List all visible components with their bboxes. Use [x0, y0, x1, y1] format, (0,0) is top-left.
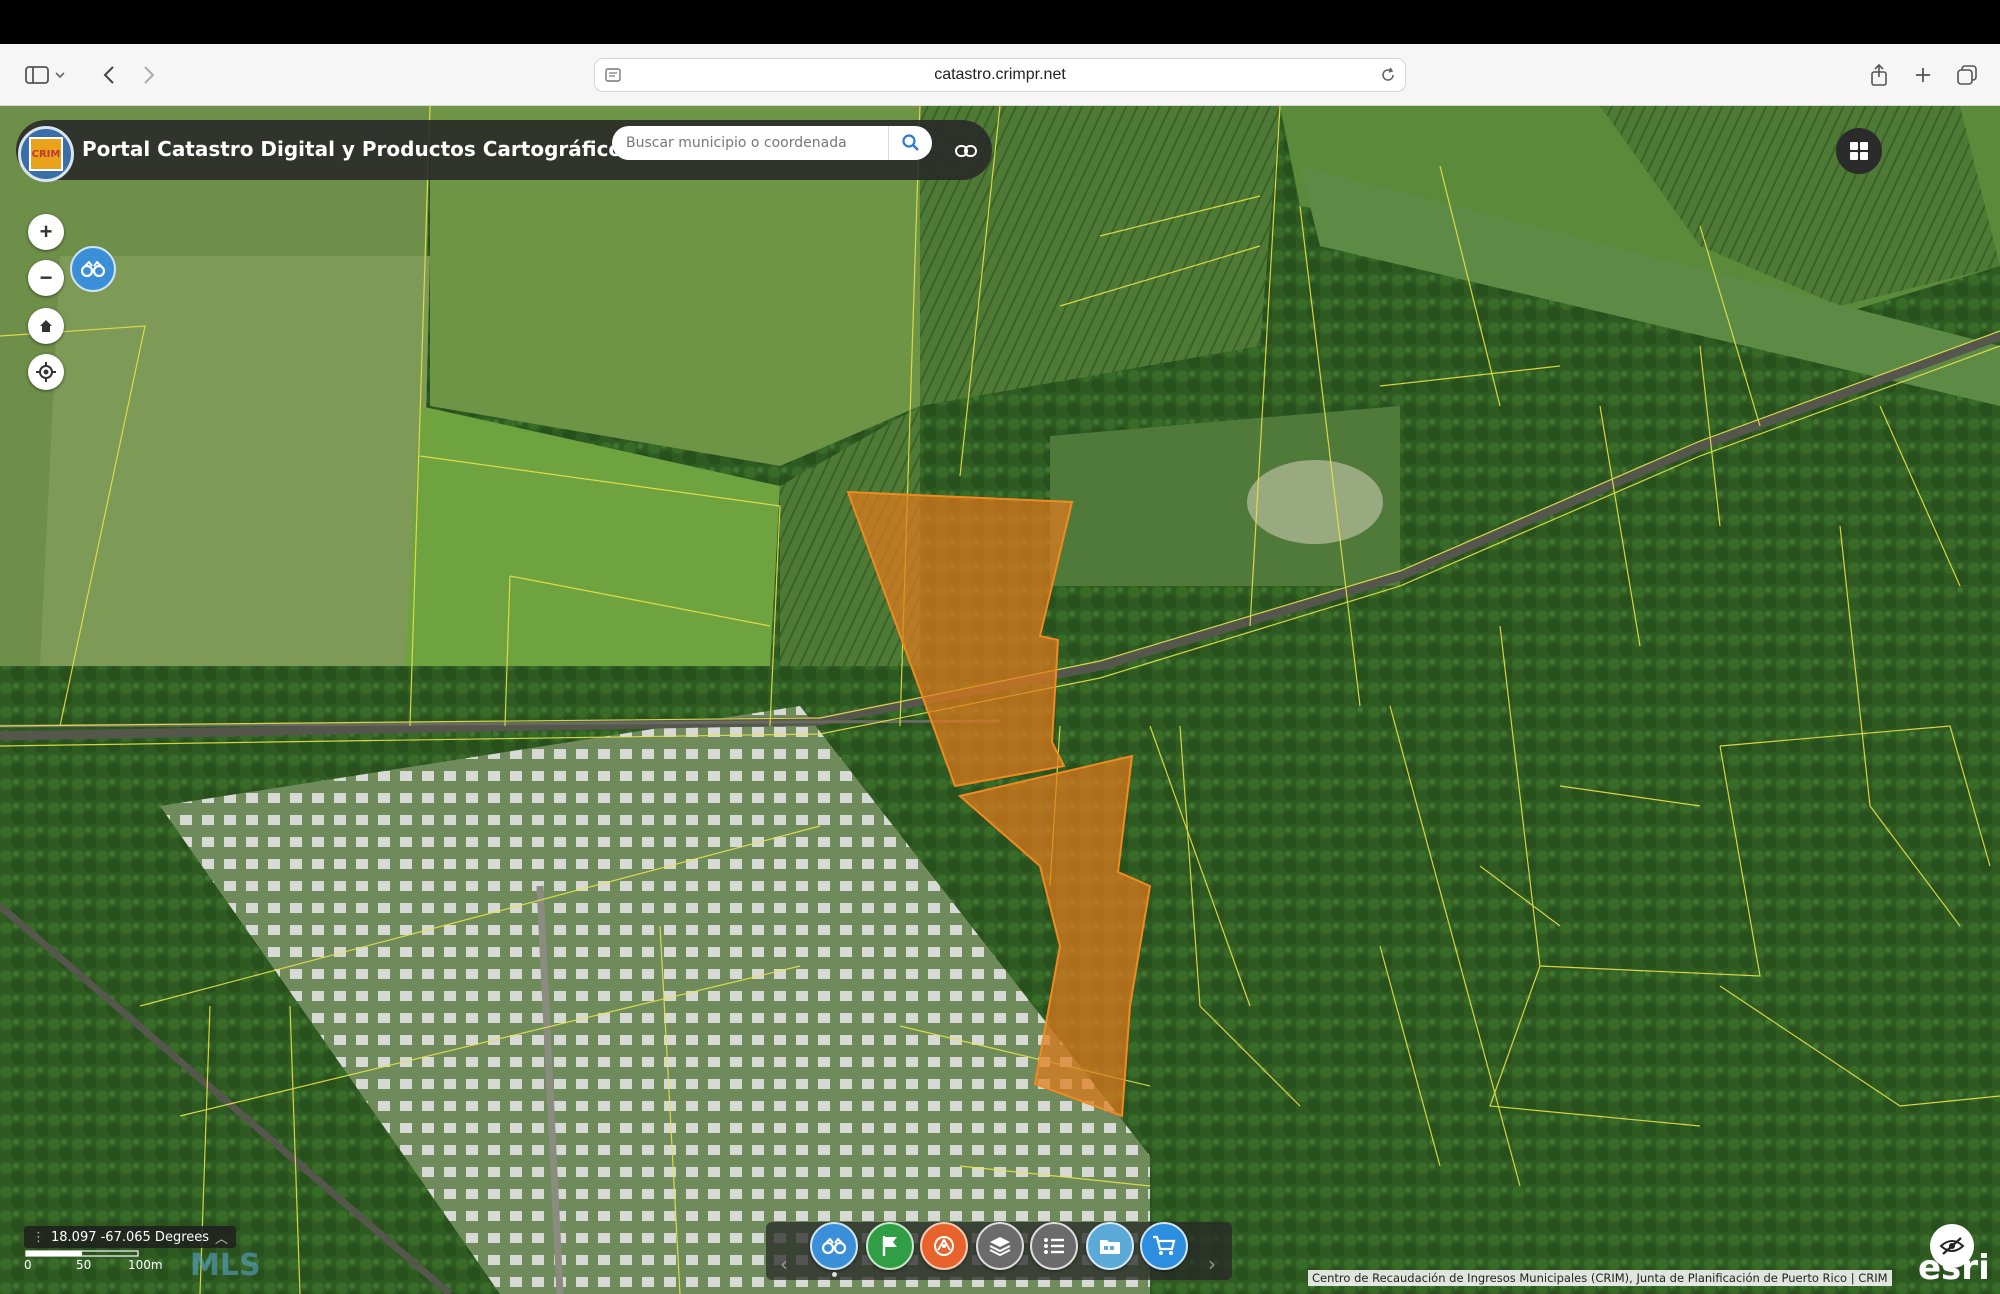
flag-icon	[882, 1236, 897, 1256]
folder-icon	[1100, 1240, 1120, 1254]
reload-icon[interactable]	[1379, 66, 1397, 89]
binoculars-icon	[822, 1238, 846, 1254]
crim-logo: CRIM	[18, 126, 74, 182]
tool-measure[interactable]	[920, 1222, 968, 1270]
sidebar-toggle-icon[interactable]	[20, 58, 54, 92]
search-input[interactable]	[626, 126, 888, 160]
scale-label-0: 0	[24, 1258, 32, 1272]
tool-layers[interactable]	[976, 1222, 1024, 1270]
url-text: catastro.crimpr.net	[934, 66, 1066, 83]
apps-grid-icon[interactable]	[1836, 128, 1882, 174]
watermark: MLS	[190, 1248, 261, 1283]
scale-bar: 0 50 100m	[24, 1248, 174, 1274]
search-icon[interactable]	[888, 126, 932, 160]
measure-icon	[934, 1236, 954, 1256]
list-icon	[1044, 1238, 1064, 1254]
share-icon[interactable]	[1862, 58, 1896, 92]
zoom-in-button[interactable]: +	[28, 214, 64, 250]
tab-overview-icon[interactable]	[1950, 58, 1984, 92]
tool-folder[interactable]	[1086, 1222, 1134, 1270]
map-view[interactable]	[0, 106, 2000, 1294]
attribution-text: Centro de Recaudación de Ingresos Munici…	[1312, 1271, 1888, 1285]
toolbar-prev-button[interactable]: ‹	[780, 1252, 788, 1276]
locate-button[interactable]	[28, 354, 64, 390]
chevron-up-icon[interactable]: ︿	[215, 1228, 228, 1247]
toolbar-page-indicator	[832, 1272, 837, 1277]
scale-label-50: 50	[76, 1258, 92, 1272]
map-attribution: Centro de Recaudación de Ingresos Munici…	[1308, 1270, 1892, 1286]
scale-label-100m: 100m	[128, 1258, 163, 1272]
tool-binoculars[interactable]	[810, 1222, 858, 1270]
tool-list[interactable]	[1030, 1222, 1078, 1270]
link-icon[interactable]	[946, 133, 986, 169]
home-button[interactable]	[28, 308, 64, 344]
address-bar[interactable]: catastro.crimpr.net	[594, 58, 1406, 92]
esri-logo: esri	[1918, 1248, 1990, 1288]
cart-icon	[1153, 1235, 1176, 1255]
new-tab-icon[interactable]	[1906, 58, 1940, 92]
menu-bar	[0, 0, 2000, 44]
layers-icon	[989, 1237, 1011, 1257]
tool-flag[interactable]	[866, 1222, 914, 1270]
search-box	[612, 126, 932, 160]
binoculars-button[interactable]	[70, 246, 116, 292]
chevron-down-icon[interactable]	[50, 58, 70, 92]
satellite-imagery	[0, 106, 2000, 1294]
page-settings-icon[interactable]	[605, 67, 621, 88]
toolbar-next-button[interactable]: ›	[1208, 1252, 1216, 1276]
coordinates-text: 18.097 -67.065 Degrees	[51, 1229, 210, 1245]
logo-text: CRIM	[29, 137, 63, 171]
back-icon[interactable]	[92, 58, 126, 92]
binoculars-icon	[81, 261, 105, 277]
zoom-out-button[interactable]: −	[28, 260, 64, 296]
tool-cart[interactable]	[1140, 1222, 1188, 1270]
forward-icon[interactable]	[132, 58, 166, 92]
page-title: Portal Catastro Digital y Productos Cart…	[82, 137, 635, 161]
browser-toolbar: catastro.crimpr.net	[0, 44, 2000, 106]
home-icon	[40, 320, 52, 332]
coordinate-readout: ⋮ 18.097 -67.065 Degrees ︿	[24, 1226, 237, 1248]
crosshair-icon	[36, 362, 56, 382]
drag-handle-icon[interactable]: ⋮	[32, 1230, 45, 1245]
